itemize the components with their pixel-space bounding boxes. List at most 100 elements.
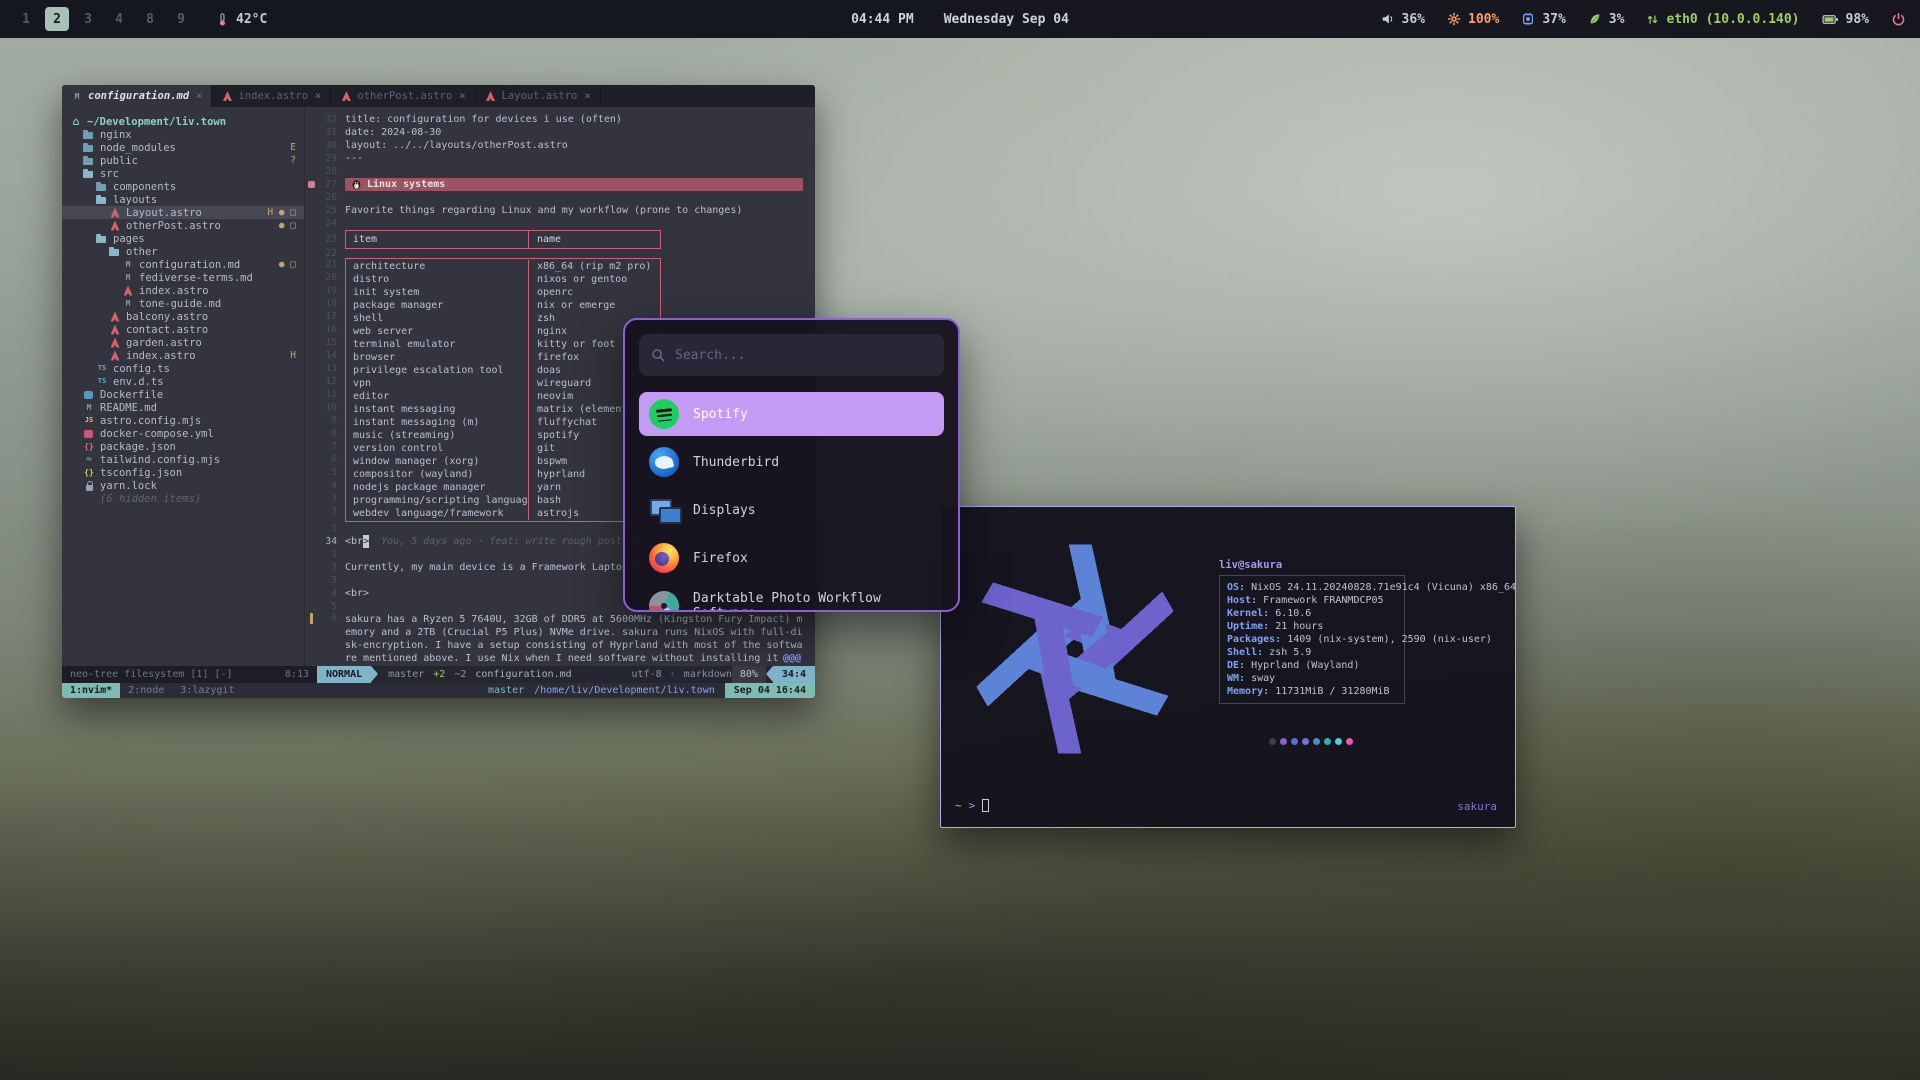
tree-item[interactable]: config.ts	[62, 362, 304, 375]
tree-item[interactable]: configuration.md ● □	[62, 258, 304, 271]
table-row: browser firefox	[346, 351, 660, 364]
tree-item[interactable]: index.astro	[62, 284, 304, 297]
table-row: privilege escalation tool doas	[346, 364, 660, 377]
tree-item[interactable]: components	[62, 180, 304, 193]
editor-tab[interactable]: configuration.md ×	[62, 85, 212, 107]
memory-module[interactable]: 37%	[1521, 12, 1565, 27]
table-cell-name: nix or emerge	[528, 299, 660, 312]
file-icon	[122, 272, 134, 283]
tree-item-label: tsconfig.json	[100, 467, 182, 479]
tree-item[interactable]: astro.config.mjs	[62, 414, 304, 427]
tree-item[interactable]: Layout.astro H ● □	[62, 206, 304, 219]
tab-close-icon[interactable]: ×	[315, 90, 321, 102]
power-button[interactable]	[1891, 12, 1906, 27]
file-icon	[96, 181, 108, 192]
leaf-icon	[1588, 12, 1602, 26]
battery-module[interactable]: 98%	[1822, 12, 1869, 27]
tree-item-label: configuration.md	[139, 259, 240, 271]
table-row: package manager nix or emerge	[346, 299, 660, 312]
terminal-cursor	[982, 799, 989, 812]
table-row: nodejs package manager yarn	[346, 481, 660, 494]
launcher-item[interactable]: Spotify	[639, 392, 944, 436]
tree-item[interactable]: tsconfig.json	[62, 466, 304, 479]
tree-item[interactable]: balcony.astro	[62, 310, 304, 323]
fetch-line: Shell: zsh 5.9	[1227, 646, 1516, 659]
tree-item[interactable]: src	[62, 167, 304, 180]
workspace-button[interactable]: 2	[45, 7, 69, 31]
table-row: editor neovim	[346, 390, 660, 403]
workspace-button[interactable]: 4	[107, 7, 131, 31]
buffer-line-blank: 26	[305, 191, 815, 204]
workspace-button[interactable]: 8	[138, 7, 162, 31]
tab-close-icon[interactable]: ×	[196, 90, 202, 102]
tree-item[interactable]: garden.astro	[62, 336, 304, 349]
tree-item[interactable]: ~/Development/liv.town	[62, 115, 304, 128]
tab-close-icon[interactable]: ×	[584, 90, 590, 102]
app-icon	[649, 447, 679, 477]
tmux-window[interactable]: 3:lazygit	[172, 683, 242, 698]
scroll-percent: 80%	[732, 666, 766, 683]
tree-item[interactable]: nginx	[62, 128, 304, 141]
tab-close-icon[interactable]: ×	[459, 90, 465, 102]
tree-item[interactable]: Dockerfile	[62, 388, 304, 401]
line-number: 11	[305, 388, 345, 401]
cursor-position: 34:4	[773, 666, 815, 683]
app-label: Firefox	[693, 551, 748, 566]
launcher-results: Spotify Thunderbird Displays Firefox Dar…	[639, 392, 944, 612]
tree-item[interactable]: index.astro H	[62, 349, 304, 362]
editor-tab[interactable]: Layout.astro ×	[476, 85, 601, 107]
file-icon	[70, 116, 82, 127]
tree-item[interactable]: pages	[62, 232, 304, 245]
search-input[interactable]	[675, 348, 932, 363]
tree-item[interactable]: other	[62, 245, 304, 258]
launcher-searchbox[interactable]	[639, 334, 944, 376]
launcher-item[interactable]: Firefox	[639, 536, 944, 580]
tree-item[interactable]: public ?	[62, 154, 304, 167]
tmux-window[interactable]: 1:nvim*	[62, 683, 120, 698]
filetype-icon	[221, 91, 233, 102]
tree-item[interactable]: tailwind.config.mjs	[62, 453, 304, 466]
tree-item[interactable]: contact.astro	[62, 323, 304, 336]
workspace-button[interactable]: 3	[76, 7, 100, 31]
load-value: 100%	[1468, 12, 1499, 27]
cpu-module[interactable]: 3%	[1588, 12, 1625, 27]
terminal-prompt[interactable]: ~ >	[955, 799, 989, 812]
tree-item[interactable]: (6 hidden items)	[62, 492, 304, 505]
buffer-line: 31date: 2024-08-30	[305, 126, 815, 139]
table-cell-item: terminal emulator	[346, 338, 528, 351]
network-module[interactable]: eth0 (10.0.0.140)	[1646, 12, 1799, 27]
tree-item[interactable]: env.d.ts	[62, 375, 304, 388]
launcher-item[interactable]: Displays	[639, 488, 944, 532]
fetch-line: Packages: 1409 (nix-system), 2590 (nix-u…	[1227, 633, 1516, 646]
file-icon	[109, 350, 121, 361]
battery-icon	[1822, 13, 1839, 26]
line-number: 16	[305, 323, 345, 336]
launcher-item[interactable]: Darktable Photo Workflow Software	[639, 584, 944, 612]
truncation-marker: @@@	[780, 652, 801, 665]
tree-item[interactable]: layouts	[62, 193, 304, 206]
launcher-item[interactable]: Thunderbird	[639, 440, 944, 484]
tree-item[interactable]: tone-guide.md	[62, 297, 304, 310]
app-label: Displays	[693, 503, 756, 518]
tree-item[interactable]: package.json	[62, 440, 304, 453]
tree-item[interactable]: node_modules E	[62, 141, 304, 154]
palette-dot	[1280, 738, 1287, 745]
workspace-button[interactable]: 1	[14, 7, 38, 31]
editor-tab[interactable]: index.astro ×	[212, 85, 331, 107]
tree-item[interactable]: fediverse-terms.md	[62, 271, 304, 284]
tmux-window[interactable]: 2:node	[120, 683, 172, 698]
editor-tab[interactable]: otherPost.astro ×	[331, 85, 475, 107]
load-module[interactable]: 100%	[1447, 12, 1499, 27]
tree-item[interactable]: docker-compose.yml	[62, 427, 304, 440]
tree-item[interactable]: otherPost.astro ● □	[62, 219, 304, 232]
workspace-button[interactable]: 9	[169, 7, 193, 31]
volume-module[interactable]: 36%	[1381, 12, 1425, 27]
tree-item-label: tailwind.config.mjs	[100, 454, 220, 466]
heading-text: Linux systems	[367, 178, 445, 191]
tree-item-status: ?	[290, 155, 300, 166]
tree-item[interactable]: README.md	[62, 401, 304, 414]
line-number: 3	[305, 492, 345, 505]
tree-item[interactable]: yarn.lock	[62, 479, 304, 492]
statusline: neo-tree filesystem [1] [-] 8:13 NORMAL …	[62, 666, 815, 683]
file-icon	[83, 454, 95, 465]
